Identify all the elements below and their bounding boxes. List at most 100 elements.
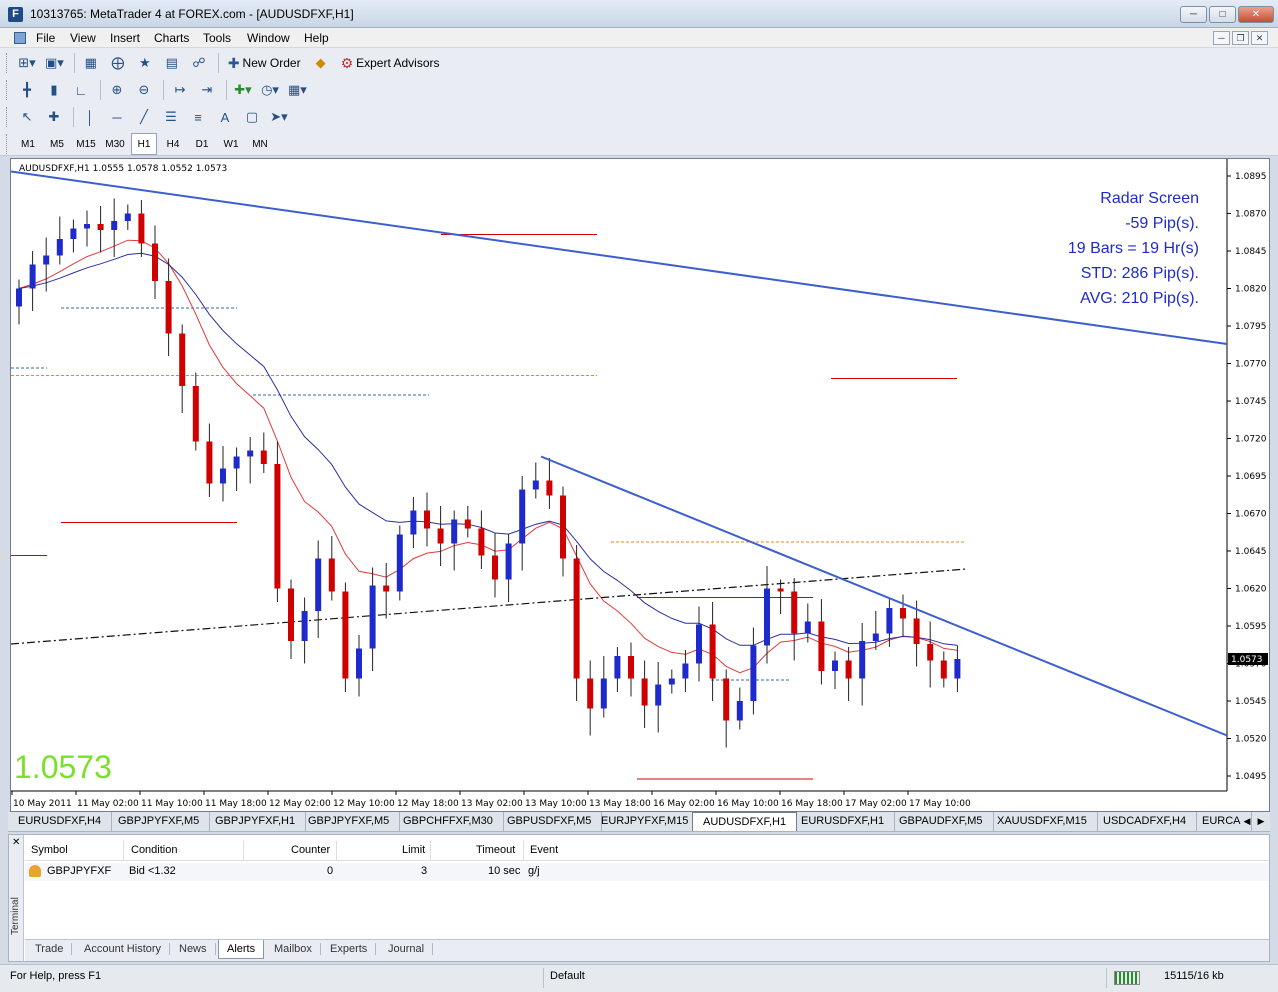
text-tool-icon[interactable]: A [213,106,237,128]
bar-chart-icon[interactable]: ╋ [15,79,39,101]
chart-tab[interactable]: EURUSDFXF,H4 [8,812,113,831]
timeframe-w1[interactable]: W1 [218,133,244,155]
chart-tab[interactable]: XAUUSDFXF,M15 [987,812,1098,831]
menu-charts[interactable]: Charts [154,31,189,45]
toolbar-grip[interactable] [6,53,9,73]
timeframe-m1[interactable]: M1 [15,133,41,155]
equidistant-channel-icon[interactable]: ☰ [159,106,183,128]
chart-tab[interactable]: GBPJPYFXF,M5 [108,812,211,831]
chart-tab[interactable]: GBPAUDFXF,M5 [889,812,994,831]
mdi-minimize-button[interactable]: ─ [1213,31,1230,45]
toolbar-separator [163,80,164,100]
horizontal-line-icon[interactable]: ─ [105,106,129,128]
chart-tab[interactable]: GBPJPYFXF,H1 [205,812,307,831]
menu-help[interactable]: Help [304,31,329,45]
tab-mailbox[interactable]: Mailbox [266,943,321,955]
expert-advisors-button[interactable]: ⚙ Expert Advisors [336,52,445,74]
tab-account-history[interactable]: Account History [76,943,171,955]
vertical-line-icon[interactable]: │ [78,106,102,128]
arrows-icon[interactable]: ➤▾ [267,106,291,128]
close-terminal-icon[interactable]: ✕ [12,837,20,848]
tab-experts[interactable]: Experts [322,943,377,955]
menu-file[interactable]: File [36,31,55,45]
candle-bullish [220,468,226,484]
tab-scroll-left-icon[interactable]: ◀ [1240,814,1254,828]
cursor-icon[interactable]: ↖ [15,106,39,128]
chart-tab[interactable]: GBPUSDFXF,M5 [497,812,603,831]
candle-bullish [16,288,22,307]
table-row[interactable]: GBPJPYFXF Bid <1.32 0 3 10 sec g/j [25,863,1269,881]
chart-window[interactable]: 1.0895 1.0870 1.0845 1.0820 1.0795 1.0770 1.07… [10,158,1270,812]
menu-insert[interactable]: Insert [110,31,140,45]
column-divider[interactable] [430,841,431,861]
timeframe-h4[interactable]: H4 [160,133,186,155]
tab-news[interactable]: News [171,943,216,955]
candle-bearish [927,644,934,661]
new-order-button[interactable]: ✚ New Order [223,52,306,74]
metaeditor-icon[interactable]: ◆ [309,52,333,74]
candle-bearish [560,495,566,559]
timeframe-mn[interactable]: MN [247,133,273,155]
column-divider[interactable] [336,841,337,861]
maximize-button[interactable]: □ [1209,6,1236,23]
tab-alerts[interactable]: Alerts [218,940,265,959]
indicators-icon[interactable]: ✚▾ [231,79,255,101]
terminal-label: Terminal [10,897,21,935]
data-window-icon[interactable]: ⨁ [106,52,130,74]
info-line: STD: 286 Pip(s). [1080,265,1199,282]
text-label-icon[interactable]: ▢ [240,106,264,128]
column-event[interactable]: Event [530,844,558,856]
chart-shift-icon[interactable]: ⇥ [195,79,219,101]
tab-trade[interactable]: Trade [27,943,73,955]
menu-view[interactable]: View [70,31,96,45]
trendline-icon[interactable]: ╱ [132,106,156,128]
mdi-restore-button[interactable]: ❐ [1232,31,1249,45]
minimize-button[interactable]: ─ [1180,6,1207,23]
menu-window[interactable]: Window [247,31,290,45]
chart-tab-active[interactable]: AUDUSDFXF,H1 [692,812,798,831]
column-timeout[interactable]: Timeout [476,844,515,856]
chart-tab[interactable]: USDCADFXF,H4 [1093,812,1198,831]
mdi-close-button[interactable]: ✕ [1251,31,1268,45]
toolbar-grip[interactable] [6,80,9,100]
timeframe-m30[interactable]: M30 [102,133,128,155]
line-chart-icon[interactable]: ∟ [69,79,93,101]
fibonacci-icon[interactable]: ≡ [186,106,210,128]
timeframe-h1[interactable]: H1 [131,133,157,155]
terminal-icon[interactable]: ▤ [160,52,184,74]
zoom-out-icon[interactable]: ⊖ [132,79,156,101]
navigator-icon[interactable]: ★ [133,52,157,74]
candlesticks-icon[interactable]: ▮ [42,79,66,101]
market-watch-icon[interactable]: ▦ [79,52,103,74]
toolbar-grip[interactable] [6,107,9,127]
chart-tab[interactable]: GBPJPYFXF,M5 [298,812,401,831]
chart-tab[interactable]: EURUSDFXF,H1 [791,812,896,831]
crosshair-icon[interactable]: ✚ [42,106,66,128]
menu-tools[interactable]: Tools [203,31,231,45]
column-limit[interactable]: Limit [402,844,425,856]
toolbar-grip[interactable] [6,134,9,154]
column-condition[interactable]: Condition [131,844,177,856]
column-divider[interactable] [123,841,124,861]
timeframe-m5[interactable]: M5 [44,133,70,155]
column-symbol[interactable]: Symbol [31,844,68,856]
close-button[interactable]: ✕ [1238,6,1274,23]
new-chart-icon[interactable]: ⊞▾ [15,52,39,74]
column-counter[interactable]: Counter [291,844,330,856]
periods-icon[interactable]: ◷▾ [258,79,282,101]
profiles-icon[interactable]: ▣▾ [42,52,67,74]
timeframe-d1[interactable]: D1 [189,133,215,155]
strategy-tester-icon[interactable]: ☍ [187,52,211,74]
templates-icon[interactable]: ▦▾ [285,79,310,101]
auto-scroll-icon[interactable]: ↦ [168,79,192,101]
tab-scroll-right-icon[interactable]: ▶ [1254,814,1268,828]
info-line: AVG: 210 Pip(s). [1080,290,1199,307]
chart-tab[interactable]: EURJPYFXF,M15 [591,812,700,831]
zoom-in-icon[interactable]: ⊕ [105,79,129,101]
alerts-table-header: Symbol Condition Counter Limit Timeout E… [25,841,1269,861]
timeframe-m15[interactable]: M15 [73,133,99,155]
chart-tab[interactable]: GBPCHFFXF,M30 [393,812,504,831]
column-divider[interactable] [243,841,244,861]
tab-journal[interactable]: Journal [380,943,434,955]
column-divider[interactable] [523,841,524,861]
